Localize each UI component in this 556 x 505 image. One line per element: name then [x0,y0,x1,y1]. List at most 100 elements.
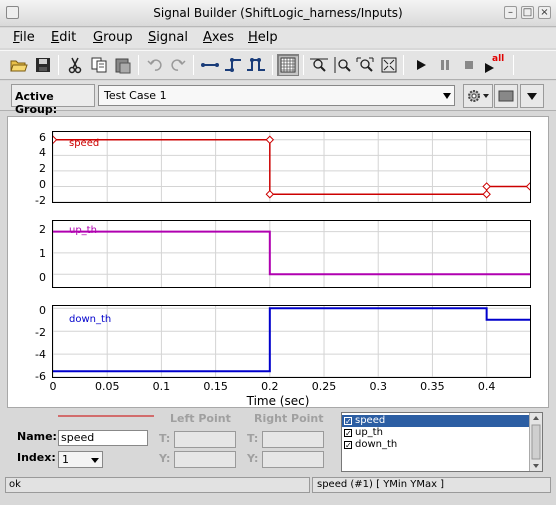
close-icon[interactable]: × [538,6,551,19]
axes-speed[interactable]: speed [52,131,531,203]
axes-up-th[interactable]: up_th [52,220,531,288]
toolbar-separator [303,55,304,75]
signal-name-input[interactable]: speed [58,430,148,446]
toolbar-separator [193,55,194,75]
x-tick: 0.1 [152,380,171,393]
checkbox-icon[interactable]: ✓ [344,441,352,450]
axes-down-th[interactable]: down_th [52,305,531,378]
series-label: up_th [69,225,97,236]
signal-list-item[interactable]: ✓ up_th [342,427,530,439]
data-point[interactable] [265,189,275,199]
window-titlebar: Signal Builder (ShiftLogic_harness/Input… [0,0,556,27]
checkbox-icon[interactable]: ✓ [344,417,352,426]
fit-view-icon[interactable] [378,54,400,76]
triangle-down-icon [527,93,537,100]
maximize-icon[interactable]: □ [521,6,534,19]
y-tick: 0 [39,304,46,317]
down-th-plot[interactable]: down_th [53,306,530,377]
grid-icon[interactable] [277,54,299,76]
y-tick: 2 [39,223,46,236]
y-tick: 1 [39,247,46,260]
y-tick: 6 [39,131,46,144]
signal-list[interactable]: ✓ speed ✓ up_th ✓ down_th [341,412,543,472]
run-all-icon[interactable]: all [481,54,507,76]
status-signal-info: speed (#1) [ YMin YMax ] [312,477,551,493]
zoom-xy-icon[interactable] [354,54,376,76]
insert-constant-icon[interactable] [199,54,221,76]
up-th-plot[interactable]: up_th [53,221,530,287]
redo-icon[interactable] [167,54,189,76]
right-point-label: Right Point [254,412,324,425]
left-t-label: T: [159,432,171,445]
left-point-label: Left Point [170,412,231,425]
active-group-bar: Active Group: Test Case 1 [0,81,556,116]
x-axis-label: Time (sec) [246,394,310,408]
zoom-x-icon[interactable] [308,54,330,76]
checkbox-icon[interactable]: ✓ [344,429,352,438]
minimize-icon[interactable]: – [504,6,517,19]
x-tick: 0.2 [261,380,279,393]
x-tick: 0.35 [420,380,445,393]
menu-bar: File Edit Group Signal Axes Help [0,28,556,48]
zoom-y-icon[interactable] [331,54,353,76]
active-group-label: Active Group: [11,84,95,116]
group-settings-button[interactable] [463,84,493,108]
group-menu-button[interactable] [520,84,544,108]
line-style-sample[interactable] [58,414,154,418]
data-point[interactable] [482,189,491,199]
index-value: 1 [62,453,69,466]
insert-step-icon[interactable] [222,54,244,76]
y-tick: -4 [35,348,46,361]
series-label: speed [69,138,99,149]
right-y-label: Y: [247,452,259,465]
right-t-label: T: [247,432,259,445]
y-tick: 0 [39,271,46,284]
stop-icon[interactable] [458,54,480,76]
active-group-select[interactable]: Test Case 1 [98,85,455,106]
data-point[interactable] [265,135,275,145]
x-tick: 0 [49,380,57,393]
x-tick: 0.3 [369,380,387,393]
copy-icon[interactable] [88,54,110,76]
series-line[interactable] [53,307,530,373]
left-y-input [174,451,236,468]
toolbar-separator [58,55,59,75]
left-y-label: Y: [159,452,171,465]
data-point[interactable] [53,135,58,145]
group-view-button[interactable] [494,84,518,108]
series-label: down_th [69,314,111,325]
pause-icon[interactable] [434,54,456,76]
menu-help[interactable]: Help [248,30,278,45]
open-folder-icon[interactable] [8,54,30,76]
menu-file[interactable]: File [13,30,35,45]
x-tick: 0.05 [94,380,120,393]
menu-signal[interactable]: Signal [148,30,188,45]
menu-edit[interactable]: Edit [51,30,76,45]
toolbar-separator [513,55,514,75]
insert-pulse-icon[interactable] [245,54,267,76]
index-select[interactable]: 1 [58,451,103,468]
save-icon[interactable] [32,54,54,76]
paste-icon[interactable] [112,54,134,76]
left-t-input [174,431,236,448]
menu-axes[interactable]: Axes [203,30,234,45]
y-tick: -2 [35,326,46,339]
undo-icon[interactable] [144,54,166,76]
toolbar-separator [138,55,139,75]
play-icon[interactable] [410,54,432,76]
index-label: Index: [17,451,56,464]
signal-list-scrollbar[interactable] [529,413,542,471]
name-label: Name: [17,430,57,443]
signal-list-item[interactable]: ✓ speed [342,415,530,427]
x-tick: 0.25 [311,380,337,393]
data-point[interactable] [482,182,491,191]
active-group-value: Test Case 1 [104,89,167,102]
menu-group[interactable]: Group [93,30,133,45]
speed-plot[interactable]: speed [53,132,530,202]
status-message: ok [5,477,310,493]
signal-list-item[interactable]: ✓ down_th [342,439,530,451]
cut-icon[interactable] [64,54,86,76]
data-point[interactable] [525,182,530,191]
y-tick: 2 [39,162,46,175]
panel-icon [498,90,514,102]
